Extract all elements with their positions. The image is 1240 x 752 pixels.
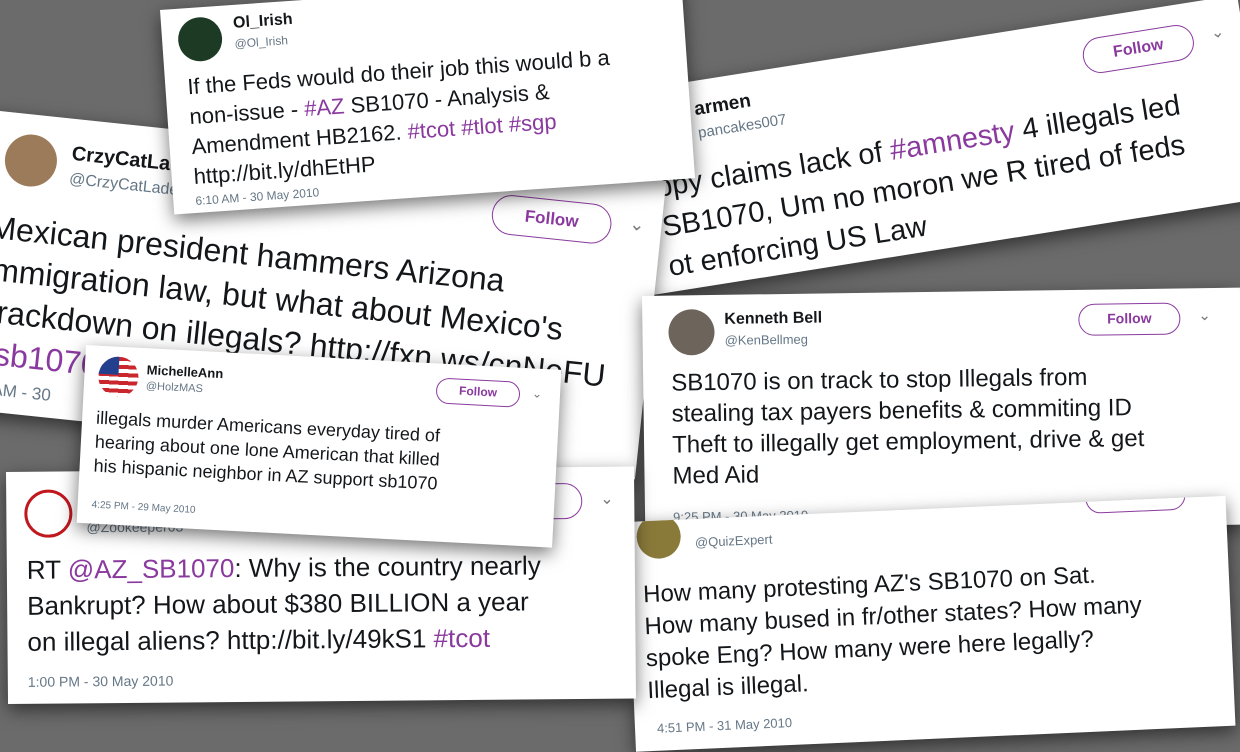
us-flag-avatar[interactable] <box>97 355 140 398</box>
tweet-text-segment: Med Aid <box>672 461 760 490</box>
user-handle[interactable]: @Ol_Irish <box>234 33 288 51</box>
user-handle[interactable]: @QuizExpert <box>695 532 773 550</box>
tweet-card-kenneth: Kenneth Bell @KenBellmeg Follow ⌄ SB1070… <box>642 287 1240 533</box>
tweet-text-segment: non-issue - <box>188 96 306 130</box>
user-handle[interactable]: @HolzMAS <box>146 380 204 395</box>
tweet-timestamp[interactable]: 4:25 PM - 29 May 2010 <box>91 500 195 516</box>
hashtag-link[interactable]: #tcot <box>1007 228 1074 269</box>
hashtag-link[interactable]: #AZ <box>303 93 345 121</box>
avatar[interactable] <box>176 15 224 63</box>
chevron-down-icon[interactable]: ⌄ <box>1209 21 1226 43</box>
tweet-text-segment: Theft to illegally get employment, drive… <box>671 425 1145 459</box>
follow-button[interactable]: Follow <box>1078 302 1181 336</box>
tweet-text-segment: stealing tax payers benefits & commiting… <box>671 394 1133 428</box>
follow-button[interactable]: Follow <box>489 193 614 246</box>
tweet-text: ppy claims lack of #amnesty 4 illegals l… <box>653 85 1202 297</box>
tweet-timestamp[interactable]: 1:00 PM - 30 May 2010 <box>28 673 174 690</box>
chevron-down-icon[interactable]: ⌄ <box>1198 306 1211 324</box>
tweet-text-segment: Illegal is illegal. <box>646 670 810 705</box>
hashtag-link[interactable]: #tcot <box>433 623 490 653</box>
tweet-line: Theft to illegally get employment, drive… <box>672 423 1145 461</box>
hashtag-link[interactable]: @AZ_SB1070 <box>68 553 235 584</box>
user-name[interactable]: Ol_Irish <box>233 11 294 33</box>
avatar[interactable] <box>668 308 715 356</box>
tweet-line: RT @AZ_SB1070: Why is the country nearly <box>27 547 541 587</box>
chevron-down-icon[interactable]: ⌄ <box>532 386 543 401</box>
follow-button[interactable]: Follow <box>1080 22 1197 76</box>
tweet-text: RT @AZ_SB1070: Why is the country nearly… <box>27 547 542 659</box>
user-name[interactable]: MichelleAnn <box>146 362 223 381</box>
tweet-timestamp[interactable]: 4:51 PM - 31 May 2010 <box>657 715 793 736</box>
tweet-card-quiz: @QuizExpert How many protesting AZ's SB1… <box>626 495 1236 752</box>
tweet-text-segment: on illegal aliens? http://bit.ly/49kS1 <box>27 623 434 657</box>
tweet-text: How many protesting AZ's SB1070 on Sat. H… <box>643 558 1146 708</box>
tweet-card-michelle: MichelleAnn @HolzMAS Follow ⌄ illegals m… <box>76 345 562 548</box>
tweet-text-segment: : Why is the country nearly <box>234 550 541 584</box>
tweet-timestamp[interactable]: 23 AM - 30 <box>0 377 52 405</box>
tweet-text-segment: RT <box>26 554 68 585</box>
tweet-card-carmen: armen pancakes007 Follow ⌄ ppy claims la… <box>605 0 1240 298</box>
avatar[interactable] <box>2 131 60 190</box>
tweet-text: illegals murder Americans everyday tired… <box>93 406 442 496</box>
user-handle[interactable]: @KenBellmeg <box>725 332 808 348</box>
chevron-down-icon[interactable]: ⌄ <box>600 489 614 509</box>
avatar[interactable] <box>635 513 682 560</box>
tweet-text-segment: SB1070 is on track to stop Illegals from <box>671 363 1088 397</box>
user-name[interactable]: CrzyCatLa <box>71 143 172 176</box>
tweet-text: If the Feds would do their job this woul… <box>186 43 616 192</box>
avatar[interactable] <box>24 489 73 538</box>
tweet-text-segment: Bankrupt? How about $380 BILLION a year <box>27 586 529 621</box>
tweet-line: on illegal aliens? http://bit.ly/49kS1 #… <box>27 619 541 659</box>
chevron-down-icon[interactable]: ⌄ <box>628 214 646 236</box>
user-name[interactable]: Kenneth Bell <box>724 309 822 328</box>
tweet-card-olirish: Ol_Irish @Ol_Irish If the Feds would do … <box>160 0 696 215</box>
tweet-line: Med Aid <box>672 454 1145 492</box>
follow-button[interactable]: Follow <box>435 377 521 408</box>
tweet-line: Bankrupt? How about $380 BILLION a year <box>27 583 541 623</box>
tweet-text: SB1070 is on track to stop Illegals from… <box>671 361 1145 492</box>
